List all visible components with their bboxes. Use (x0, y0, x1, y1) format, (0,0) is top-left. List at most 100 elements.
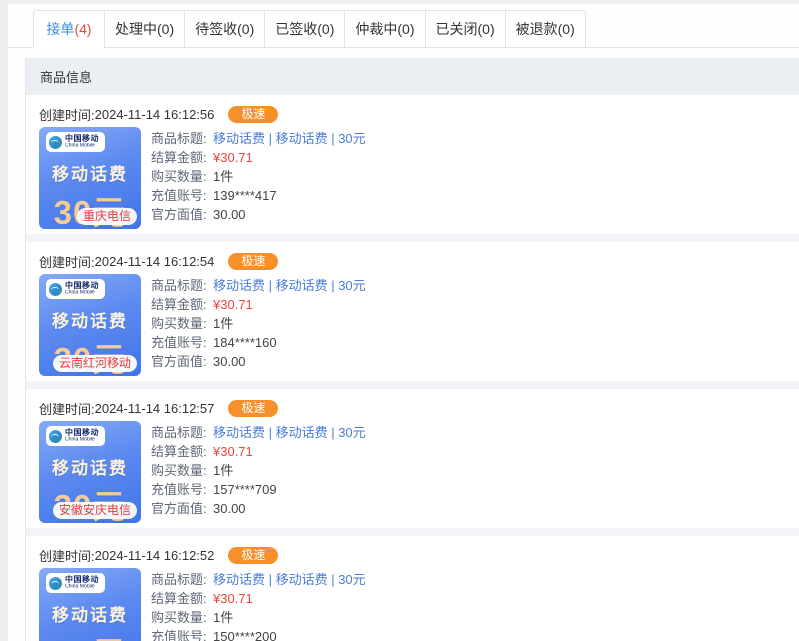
field-label-face-value: 官方面值: (151, 352, 213, 371)
region-tag-badge: 安徽安庆电信 (53, 502, 137, 519)
order-details: 商品标题:移动话费 | 移动话费 | 30元 结算金额:¥30.71 购买数量:… (151, 274, 366, 376)
tab-count: (0) (397, 21, 414, 37)
product-card-image[interactable]: 中国移动 China Mobile 移动话费 30元 吉林四平移动 (39, 568, 141, 641)
product-title-link[interactable]: 移动话费 | 移动话费 | 30元 (213, 276, 366, 295)
field-label-amount: 结算金额: (151, 295, 213, 314)
tab-received[interactable]: 已签收(0) (264, 11, 344, 48)
brand-name-en: China Mobile (65, 143, 95, 148)
created-time-value: 2024-11-14 16:12:56 (95, 107, 215, 122)
created-time-value: 2024-11-14 16:12:57 (95, 401, 215, 416)
china-mobile-logo: 中国移动 China Mobile (46, 573, 105, 593)
product-title-link[interactable]: 移动话费 | 移动话费 | 30元 (213, 570, 366, 589)
card-denomination: 30元 (39, 627, 141, 641)
order-separator (26, 234, 799, 242)
face-value: 30.00 (213, 352, 246, 371)
order-item: 创建时间:2024-11-14 16:12:52 极速 中国移动 China M… (26, 536, 799, 641)
tab-arbitration[interactable]: 仲裁中(0) (344, 11, 424, 48)
field-label-amount: 结算金额: (151, 589, 213, 608)
tab-count: (0) (237, 21, 254, 37)
china-mobile-icon (49, 577, 62, 590)
settlement-amount: ¥30.71 (213, 589, 253, 608)
product-title-link[interactable]: 移动话费 | 移动话费 | 30元 (213, 129, 366, 148)
field-label-title: 商品标题: (151, 129, 213, 148)
brand-name-cn: 中国移动 (65, 429, 100, 437)
china-mobile-logo: 中国移动 China Mobile (46, 132, 105, 152)
field-label-quantity: 购买数量: (151, 461, 213, 480)
order-item: 创建时间:2024-11-14 16:12:56 极速 中国移动 China M… (26, 95, 799, 234)
purchase-quantity: 1件 (213, 461, 233, 480)
field-label-account: 充值账号: (151, 480, 213, 499)
order-status-tabbar: 接单(4) 处理中(0) 待签收(0) 已签收(0) 仲裁中(0) 已关闭(0)… (8, 10, 799, 48)
order-separator (26, 528, 799, 536)
main-panel: 接单(4) 处理中(0) 待签收(0) 已签收(0) 仲裁中(0) 已关闭(0)… (8, 4, 799, 641)
field-label-quantity: 购买数量: (151, 314, 213, 333)
tab-label: 处理中 (115, 21, 157, 37)
speed-badge: 极速 (228, 547, 278, 564)
face-value: 30.00 (213, 205, 246, 224)
field-label-amount: 结算金额: (151, 148, 213, 167)
product-card-image[interactable]: 中国移动 China Mobile 移动话费 30元 云南红河移动 (39, 274, 141, 376)
recharge-account: 184****160 (213, 333, 277, 352)
created-time-value: 2024-11-14 16:12:52 (95, 548, 215, 563)
product-card-image[interactable]: 中国移动 China Mobile 移动话费 30元 重庆电信 (39, 127, 141, 229)
section-header-product-info: 商品信息 (26, 58, 799, 95)
settlement-amount: ¥30.71 (213, 148, 253, 167)
order-item: 创建时间:2024-11-14 16:12:54 极速 中国移动 China M… (26, 242, 799, 381)
tab-refunded[interactable]: 被退款(0) (505, 11, 585, 48)
speed-badge: 极速 (228, 400, 278, 417)
order-created-row: 创建时间:2024-11-14 16:12:52 极速 (39, 546, 799, 565)
field-label-account: 充值账号: (151, 186, 213, 205)
field-label-title: 商品标题: (151, 570, 213, 589)
tab-accept-orders[interactable]: 接单(4) (34, 11, 104, 48)
purchase-quantity: 1件 (213, 314, 233, 333)
order-created-row: 创建时间:2024-11-14 16:12:54 极速 (39, 252, 799, 271)
brand-name-en: China Mobile (65, 584, 95, 589)
settlement-amount: ¥30.71 (213, 442, 253, 461)
region-tag-badge: 重庆电信 (77, 208, 137, 225)
order-separator (26, 381, 799, 389)
tab-label: 待签收 (195, 21, 237, 37)
field-label-quantity: 购买数量: (151, 608, 213, 627)
recharge-account: 157****709 (213, 480, 277, 499)
field-label-account: 充值账号: (151, 333, 213, 352)
order-created-row: 创建时间:2024-11-14 16:12:56 极速 (39, 105, 799, 124)
order-item: 创建时间:2024-11-14 16:12:57 极速 中国移动 China M… (26, 389, 799, 528)
china-mobile-logo: 中国移动 China Mobile (46, 426, 105, 446)
order-details: 商品标题:移动话费 | 移动话费 | 30元 结算金额:¥30.71 购买数量:… (151, 127, 366, 229)
brand-name-cn: 中国移动 (65, 135, 100, 143)
tab-label: 被退款 (516, 21, 558, 37)
region-tag-badge: 云南红河移动 (53, 355, 137, 372)
tab-count: (0) (478, 21, 495, 37)
brand-name-en: China Mobile (65, 437, 95, 442)
tab-count: (4) (74, 21, 91, 37)
face-value: 30.00 (213, 499, 246, 518)
field-label-amount: 结算金额: (151, 442, 213, 461)
purchase-quantity: 1件 (213, 167, 233, 186)
created-time-value: 2024-11-14 16:12:54 (95, 254, 215, 269)
tab-count: (0) (157, 21, 174, 37)
field-label-title: 商品标题: (151, 423, 213, 442)
product-card-image[interactable]: 中国移动 China Mobile 移动话费 30元 安徽安庆电信 (39, 421, 141, 523)
created-time-label: 创建时间: (39, 546, 95, 565)
tab-group: 接单(4) 处理中(0) 待签收(0) 已签收(0) 仲裁中(0) 已关闭(0)… (33, 10, 586, 48)
tab-count: (0) (558, 21, 575, 37)
settlement-amount: ¥30.71 (213, 295, 253, 314)
created-time-label: 创建时间: (39, 399, 95, 418)
speed-badge: 极速 (228, 253, 278, 270)
field-label-quantity: 购买数量: (151, 167, 213, 186)
brand-name-en: China Mobile (65, 290, 95, 295)
tab-label: 仲裁中 (355, 21, 397, 37)
tab-closed[interactable]: 已关闭(0) (425, 11, 505, 48)
brand-name-cn: 中国移动 (65, 282, 100, 290)
order-created-row: 创建时间:2024-11-14 16:12:57 极速 (39, 399, 799, 418)
tab-label: 已签收 (275, 21, 317, 37)
tab-pending-receipt[interactable]: 待签收(0) (184, 11, 264, 48)
recharge-account: 139****417 (213, 186, 277, 205)
product-title-link[interactable]: 移动话费 | 移动话费 | 30元 (213, 423, 366, 442)
tab-label: 已关闭 (436, 21, 478, 37)
created-time-label: 创建时间: (39, 105, 95, 124)
brand-name-cn: 中国移动 (65, 576, 100, 584)
china-mobile-icon (49, 430, 62, 443)
tab-label: 接单 (46, 21, 74, 37)
tab-processing[interactable]: 处理中(0) (104, 11, 184, 48)
